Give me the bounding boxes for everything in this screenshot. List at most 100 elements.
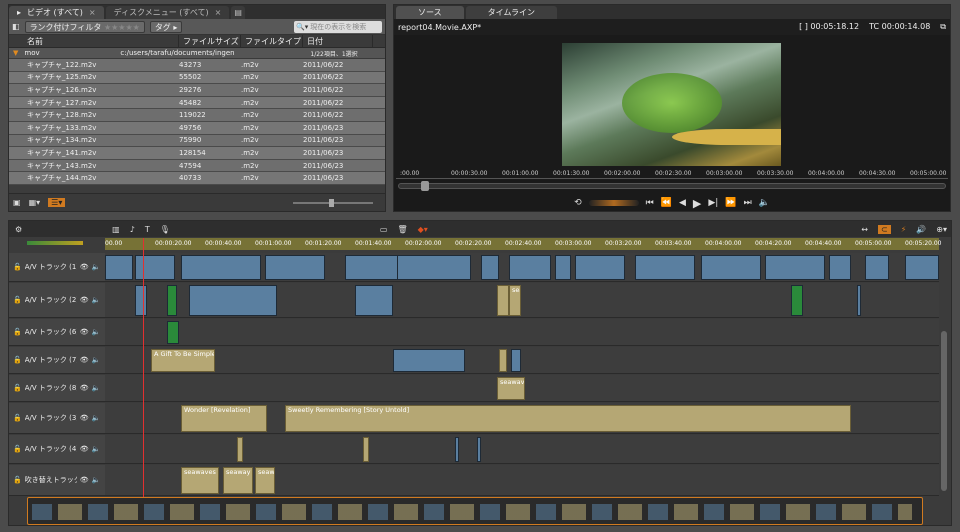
video-clip[interactable] <box>393 349 465 372</box>
tab-disc-menu-all[interactable]: ディスクメニュー (すべて) × <box>105 6 230 19</box>
table-row[interactable]: キャプチャ_143.m2v 47594 .m2v 2011/06/23 <box>9 159 385 173</box>
video-clip[interactable] <box>135 285 147 316</box>
speaker-icon[interactable]: 🔈 <box>92 414 101 422</box>
audio-clip[interactable]: seawaves w <box>181 467 219 494</box>
audio-clip[interactable]: Sweetly Remembering [Story Untold] <box>285 405 851 432</box>
audio-clip[interactable] <box>363 437 369 462</box>
library-menu-icon[interactable]: ◧ <box>12 22 20 31</box>
video-clip[interactable] <box>905 255 939 280</box>
next-frame-icon[interactable]: ⏩ <box>725 198 736 208</box>
playhead[interactable] <box>143 238 144 502</box>
settings-icon[interactable]: ⚙ <box>15 225 22 234</box>
video-clip[interactable] <box>397 255 471 280</box>
list-view-icon[interactable]: ☰▾ <box>48 198 66 207</box>
tab-timeline[interactable]: タイムライン <box>465 6 558 19</box>
voiceover-icon[interactable]: 🎙 <box>160 225 170 234</box>
column-name[interactable]: 名前 <box>9 34 179 48</box>
star-rating-icon[interactable]: ★★★★★ <box>104 23 140 32</box>
transition-clip[interactable] <box>791 285 803 316</box>
track-lane[interactable]: A Gift To Be Simple [M <box>105 347 939 374</box>
title-icon[interactable]: T <box>145 225 150 234</box>
audio-clip[interactable]: seaw <box>255 467 275 494</box>
lock-icon[interactable]: 🔓 <box>13 296 22 304</box>
table-row[interactable]: キャプチャ_122.m2v 43273 .m2v 2011/06/22 <box>9 59 385 72</box>
audio-mixer-icon[interactable]: ▥ <box>112 225 120 234</box>
dynamic-icon[interactable]: ⚡ <box>901 225 907 234</box>
track-lane[interactable]: seawaves <box>105 283 939 318</box>
speaker-icon[interactable]: 🔈 <box>92 356 101 364</box>
step-back-icon[interactable]: ◀ <box>679 198 686 208</box>
track-lane[interactable]: seawaves w seaway seaw <box>105 465 939 496</box>
table-row[interactable]: キャプチャ_134.m2v 75990 .m2v 2011/06/23 <box>9 134 385 148</box>
master-volume-bar[interactable] <box>27 241 83 245</box>
speaker-icon[interactable]: 🔈 <box>92 445 101 453</box>
column-date[interactable]: 日付 <box>303 34 373 48</box>
video-clip[interactable] <box>105 255 133 280</box>
video-clip[interactable] <box>181 255 261 280</box>
video-clip[interactable] <box>265 255 325 280</box>
track-header[interactable]: 🔓 A/V トラック (6) 👁 🔈 <box>9 319 105 346</box>
video-clip[interactable] <box>865 255 889 280</box>
table-row[interactable]: キャプチャ_125.m2v 55502 .m2v 2011/06/22 <box>9 71 385 85</box>
video-clip[interactable] <box>857 285 861 316</box>
transition-clip[interactable] <box>167 285 177 316</box>
marker-icon[interactable]: ◆▾ <box>418 225 428 234</box>
folder-view-icon[interactable]: ▣ <box>13 198 21 207</box>
search-input[interactable]: 🔍▾ 現在の表示を検索 <box>294 20 382 33</box>
fit-icon[interactable]: ↔ <box>861 225 868 234</box>
video-clip[interactable] <box>701 255 761 280</box>
video-clip[interactable] <box>481 255 499 280</box>
prev-frame-icon[interactable]: ⏪ <box>661 198 672 208</box>
to-start-icon[interactable]: ⏮ <box>646 198 654 208</box>
audio-clip[interactable]: seawaves <box>497 377 525 400</box>
track-lane[interactable] <box>105 435 939 464</box>
audio-clip[interactable]: seawaves <box>509 285 521 316</box>
rating-filter-button[interactable]: ランク付けフィルタ ★★★★★ <box>24 20 145 33</box>
audio-clip[interactable] <box>497 285 509 316</box>
speaker-icon[interactable]: 🔈 <box>92 296 101 304</box>
table-row[interactable]: キャプチャ_144.m2v 40733 .m2v 2011/06/23 <box>9 172 385 185</box>
eye-icon[interactable]: 👁 <box>80 445 89 453</box>
close-icon[interactable]: × <box>215 8 222 17</box>
tab-source[interactable]: ソース <box>396 6 464 19</box>
table-row[interactable]: キャプチャ_128.m2v 119022 .m2v 2011/06/22 <box>9 109 385 122</box>
zoom-slider[interactable] <box>293 198 373 207</box>
track-lane[interactable] <box>105 319 939 346</box>
lock-icon[interactable]: 🔓 <box>13 414 22 422</box>
lock-icon[interactable]: 🔓 <box>13 476 22 484</box>
lock-icon[interactable]: 🔓 <box>13 384 22 392</box>
video-clip[interactable] <box>511 349 521 372</box>
video-clip[interactable] <box>635 255 695 280</box>
lock-icon[interactable]: 🔓 <box>13 263 22 271</box>
audio-scrub-icon[interactable]: 🔊 <box>916 225 926 234</box>
track-header[interactable]: 🔓 A/V トラック (1) 👁 🔈 <box>9 253 105 282</box>
table-row[interactable]: キャプチャ_126.m2v 29276 .m2v 2011/06/22 <box>9 84 385 97</box>
eye-icon[interactable]: 👁 <box>80 384 89 392</box>
volume-icon[interactable]: 🔈 <box>759 198 770 208</box>
video-clip[interactable] <box>135 255 175 280</box>
audio-clip[interactable]: A Gift To Be Simple [M <box>151 349 215 372</box>
speaker-icon[interactable]: 🔈 <box>92 328 101 336</box>
video-clip[interactable] <box>555 255 571 280</box>
table-row[interactable]: キャプチャ_133.m2v 49756 .m2v 2011/06/23 <box>9 121 385 135</box>
speaker-icon[interactable]: 🔈 <box>92 476 101 484</box>
eye-icon[interactable]: 👁 <box>80 296 89 304</box>
scrubber-handle[interactable] <box>421 181 429 191</box>
navigator-bar[interactable] <box>27 497 923 525</box>
fullscreen-icon[interactable]: ⧉ <box>940 22 946 32</box>
step-forward-icon[interactable]: ▶| <box>708 198 718 208</box>
eye-icon[interactable]: 👁 <box>80 328 89 336</box>
track-header[interactable]: 🔓 A/V トラック (2) 👁 🔈 <box>9 283 105 318</box>
lock-icon[interactable]: 🔓 <box>13 445 22 453</box>
video-clip[interactable] <box>829 255 851 280</box>
lock-icon[interactable]: 🔓 <box>13 356 22 364</box>
video-clip[interactable] <box>189 285 277 316</box>
eye-icon[interactable]: 👁 <box>80 263 89 271</box>
folder-row[interactable]: ▼ mov c:/users/tarafu/documents/ingen 1/… <box>9 48 385 59</box>
eye-icon[interactable]: 👁 <box>80 356 89 364</box>
table-row[interactable]: キャプチャ_127.m2v 45482 .m2v 2011/06/22 <box>9 96 385 110</box>
music-icon[interactable]: ♪ <box>130 225 135 234</box>
video-clip[interactable] <box>345 255 405 280</box>
track-header[interactable]: 🔓 A/V トラック (8) 👁 🔈 <box>9 375 105 402</box>
tab-video-all[interactable]: ▸ ビデオ (すべて) × <box>9 6 104 19</box>
